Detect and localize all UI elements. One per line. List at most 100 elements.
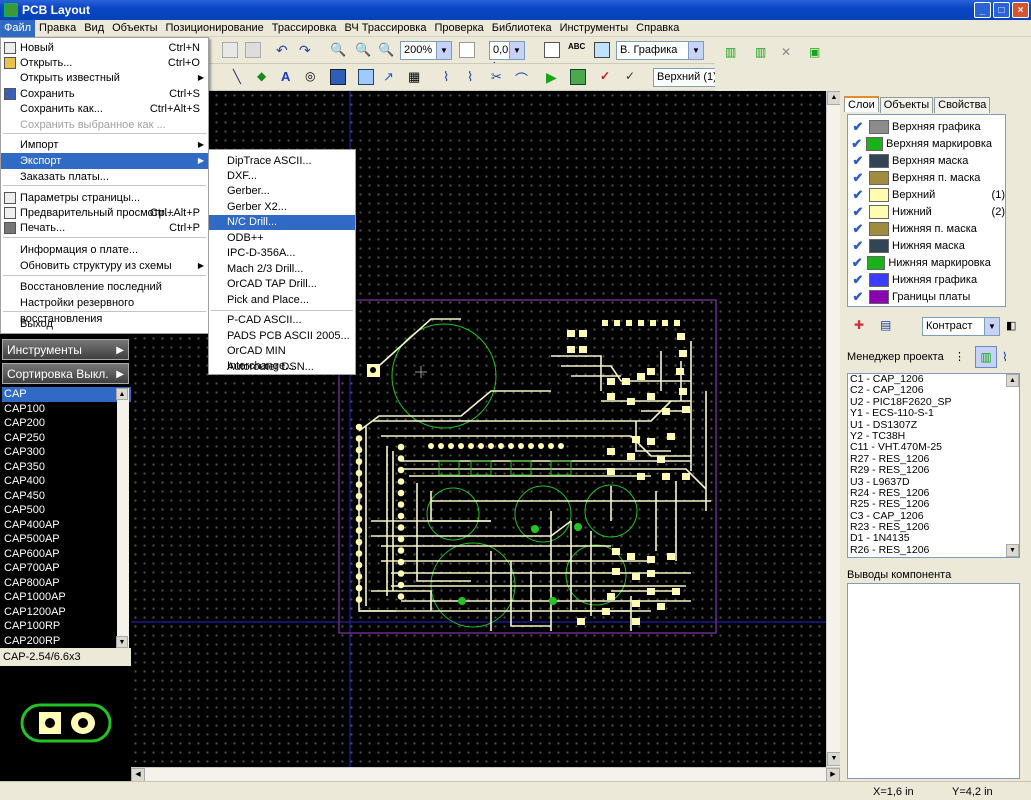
project-list-item[interactable]: R28 - RES_1206 [848,555,1019,557]
line-tool-icon[interactable]: ╲ [233,69,249,85]
export-menu-item[interactable]: PADS PCB ASCII 2005... [209,329,355,344]
net-icon[interactable]: ▥ [755,45,771,61]
layer-row[interactable]: ✔ Нижняя графика [851,271,1005,288]
component-list-item[interactable]: CAP500AP [2,532,131,547]
canvas-horizontal-scrollbar[interactable]: ◀ ▶ [131,767,840,782]
export-menu-item[interactable]: Autorouter DSN... [209,360,355,375]
maximize-button[interactable]: □ [993,2,1010,18]
layer-row[interactable]: ✔ Нижняя п. маска [851,220,1005,237]
menu-4[interactable]: Позиционирование [162,20,268,37]
fill-icon[interactable] [358,69,374,85]
layer-settings-icon[interactable]: ▤ [880,318,896,334]
export-menu-item[interactable]: DXF... [209,169,355,184]
file-menu-item[interactable]: Предварительный просмотр... Ctrl+Alt+P [1,205,208,221]
menu-2[interactable]: Вид [80,20,108,37]
export-menu-item[interactable]: P-CAD ASCII... [209,313,355,328]
scroll-up-icon[interactable]: ▲ [1006,374,1019,387]
component-list-item[interactable]: CAP200 [2,416,131,431]
checkmark-icon[interactable]: ✔ [851,153,865,168]
menu-6[interactable]: ВЧ Трассировка [341,20,431,37]
menu-10[interactable]: Справка [632,20,683,37]
text-tool-icon[interactable]: A [281,69,297,85]
menu-9[interactable]: Инструменты [556,20,633,37]
component-list-item[interactable]: CAP [2,387,131,402]
export-menu-item[interactable]: Mach 2/3 Drill... [209,262,355,277]
measure-icon[interactable]: ↗ [383,69,399,85]
layer-row[interactable]: ✔ Границы платы [851,288,1005,305]
sort-button[interactable]: Сортировка Выкл. ▶ [2,363,129,384]
export-menu-item[interactable]: Gerber X2... [209,200,355,215]
layer-mode-icon[interactable]: ◧ [1006,319,1022,335]
menu-1[interactable]: Правка [35,20,80,37]
checkmark-icon[interactable]: ✔ [851,289,865,304]
file-menu-item[interactable]: Восстановление последний [1,279,208,295]
via-tool-icon[interactable]: ◎ [305,69,321,85]
copper-pour-icon[interactable] [330,69,346,85]
component-list-item[interactable]: CAP800AP [2,576,131,591]
run-autorouter-icon[interactable]: ▶ [546,69,562,85]
edit-icon[interactable] [544,42,560,58]
file-menu-item[interactable]: Печать... Ctrl+P [1,220,208,236]
export-menu-item[interactable]: OrCAD TAP Drill... [209,277,355,292]
tab-properties[interactable]: Свойства [934,97,991,113]
layer-color-swatch[interactable] [867,255,886,270]
net-check-icon[interactable]: ✓ [625,69,641,85]
component-pins-list[interactable] [847,583,1020,779]
export-menu-item[interactable]: ODB++ [209,231,355,246]
tab-layers[interactable]: Слои [844,96,879,112]
scroll-right-icon[interactable]: ▶ [826,768,840,782]
component-list-item[interactable]: CAP600AP [2,547,131,562]
component-list-item[interactable]: CAP400 [2,474,131,489]
checkmark-icon[interactable]: ✔ [851,187,865,202]
layer-row[interactable]: ✔ Верхний (1) [851,186,1005,203]
scroll-down-icon[interactable]: ▼ [1006,544,1019,557]
project-list-item[interactable]: R25 - RES_1206 [848,498,1019,510]
menu-3[interactable]: Объекты [108,20,161,37]
zoom-select[interactable]: 200% ▼ [400,41,452,60]
zoom-fit-icon[interactable]: 🔍 [378,42,394,58]
layer-row[interactable]: ✔ Нижний (2) [851,203,1005,220]
checkmark-icon[interactable]: ✔ [851,204,865,219]
unlink-icon[interactable]: ✕ [781,45,797,61]
component-list-item[interactable]: CAP300 [2,445,131,460]
export-menu-item[interactable]: Gerber... [209,184,355,199]
component-list-item[interactable]: CAP700AP [2,561,131,576]
nets-view-icon[interactable]: ⌇ [1002,350,1018,366]
file-menu-item[interactable]: Новый Ctrl+N [1,40,208,56]
file-menu-item[interactable]: Открыть... Ctrl+O [1,55,208,71]
file-menu-item[interactable]: Информация о плате... [1,242,208,258]
menu-5[interactable]: Трассировка [268,20,341,37]
tree-view-icon[interactable]: ⋮ [954,350,970,366]
project-list-item[interactable]: Y1 - ECS-110-S-1 [848,407,1019,419]
layer-view-select[interactable]: В. Графика ▼ [616,41,704,60]
layer-row[interactable]: ✔ Нижняя маркировка [851,254,1005,271]
export-menu-item[interactable]: Pick and Place... [209,293,355,308]
menu-0[interactable]: Файл [0,19,36,37]
checkmark-icon[interactable]: ✔ [851,119,865,134]
layer-color-swatch[interactable] [869,272,889,287]
matrix-icon[interactable]: ▦ [408,69,424,85]
grid-select[interactable]: 0,05 in▼ [489,41,525,73]
project-list-item[interactable]: R29 - RES_1206 [848,464,1019,476]
layer-color-swatch[interactable] [869,153,889,168]
file-menu-item[interactable]: Открыть известный ▶ [1,70,208,86]
checkmark-icon[interactable]: ✔ [851,272,865,287]
component-list-item[interactable]: CAP500 [2,503,131,518]
layer-color-swatch[interactable] [869,221,889,236]
component-list-item[interactable]: CAP100 [2,402,131,417]
component-list-item[interactable]: CAP100RP [2,619,131,634]
file-menu-item[interactable]: Обновить структуру из схемы ▶ [1,258,208,274]
zoom-out-icon[interactable]: 🔍 [355,42,371,58]
layer-color-swatch[interactable] [866,136,883,151]
component-list-item[interactable]: CAP350 [2,460,131,475]
redo-icon[interactable]: ↷ [299,42,315,58]
contrast-select[interactable]: Контраст ▼ [922,317,1000,336]
layer-color-swatch[interactable] [869,170,889,185]
component-list-item[interactable]: CAP400AP [2,518,131,533]
scroll-down-icon[interactable]: ▼ [827,752,841,766]
swap-icon[interactable]: ▣ [809,45,825,61]
layer-row[interactable]: ✔ Верхняя графика [851,118,1005,135]
components-icon[interactable]: ▥ [725,45,741,61]
image-icon[interactable] [594,42,610,58]
export-menu-item[interactable]: OrCAD MIN Interchange... [209,344,355,372]
